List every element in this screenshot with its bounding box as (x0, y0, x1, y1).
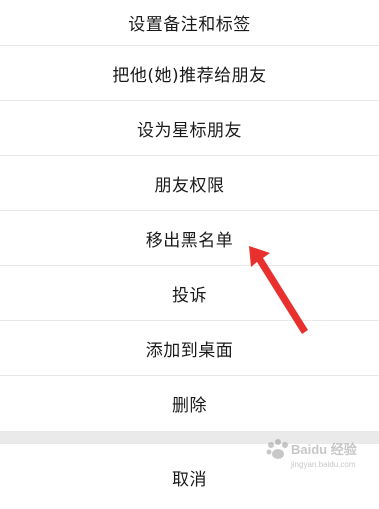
menu-item-label: 设置备注和标签 (128, 15, 251, 35)
menu-item-set-remark-tags[interactable]: 设置备注和标签 (0, 0, 379, 46)
menu-item-label: 朋友权限 (154, 175, 225, 196)
menu-item-set-star-friend[interactable]: 设为星标朋友 (0, 101, 379, 156)
menu-item-add-to-desktop[interactable]: 添加到桌面 (0, 321, 379, 376)
action-sheet: 设置备注和标签 把他(她)推荐给朋友 设为星标朋友 朋友权限 移出黑名单 投诉 … (0, 0, 379, 509)
menu-item-friend-permissions[interactable]: 朋友权限 (0, 156, 379, 211)
menu-item-label: 删除 (172, 396, 207, 416)
menu-item-recommend-to-friend[interactable]: 把他(她)推荐给朋友 (0, 46, 379, 101)
menu-item-label: 移出黑名单 (145, 230, 234, 251)
svg-text:jingyan.baidu.com: jingyan.baidu.com (290, 460, 356, 469)
menu-item-report[interactable]: 投诉 (0, 266, 379, 321)
menu-item-label: 投诉 (172, 285, 207, 306)
menu-item-delete[interactable]: 删除 (0, 376, 379, 431)
menu-item-label: 添加到桌面 (145, 340, 234, 361)
cancel-label: 取消 (172, 470, 207, 490)
baidu-jingyan-watermark-logo: Baidu 经验 jingyan.baidu.com (266, 439, 358, 469)
menu-item-remove-from-blacklist[interactable]: 移出黑名单 (0, 211, 379, 266)
svg-text:Baidu 经验: Baidu 经验 (291, 442, 358, 457)
menu-item-label: 把他(她)推荐给朋友 (112, 65, 267, 86)
menu-item-label: 设为星标朋友 (137, 120, 242, 141)
